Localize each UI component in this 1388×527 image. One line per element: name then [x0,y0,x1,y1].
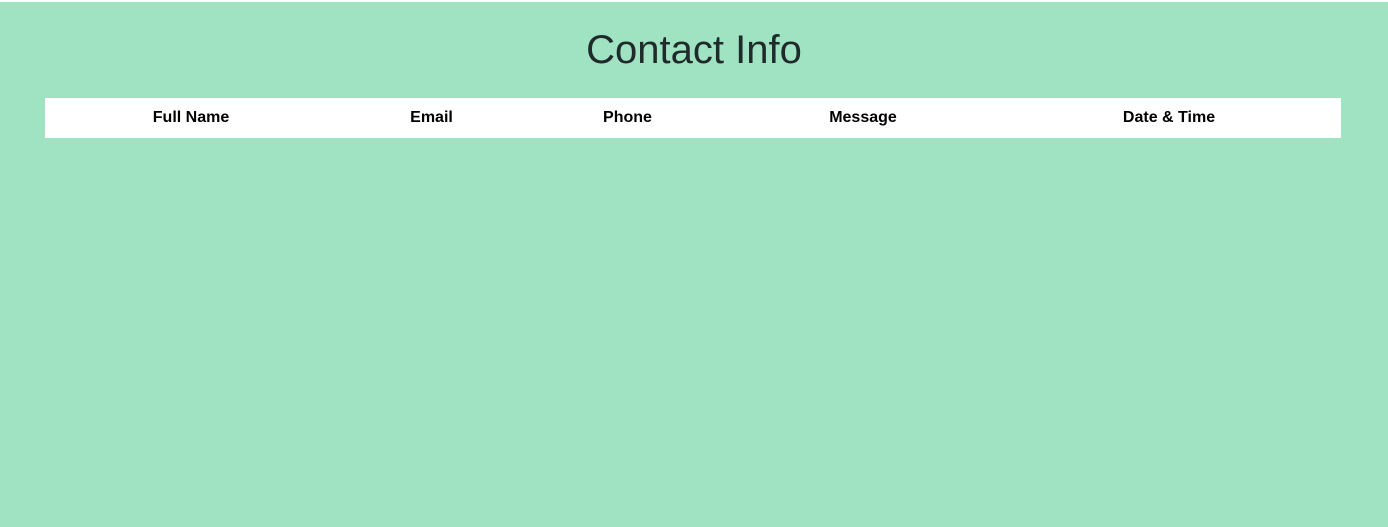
page-title: Contact Info [586,28,802,72]
column-header-phone: Phone [603,109,652,126]
column-header-email: Email [410,109,453,126]
column-header-full-name: Full Name [152,109,230,126]
table-header: Full Name Email Phone Message Date & Tim… [45,98,1341,138]
contact-table: Full Name Email Phone Message Date & Tim… [45,98,1341,138]
column-header-message: Message [829,109,897,126]
table-header-row: Full Name Email Phone Message Date & Tim… [45,98,1341,138]
column-header-date-time: Date & Time [1122,109,1216,126]
contact-page: Contact Info Full Name Email Phone Messa… [0,2,1388,527]
